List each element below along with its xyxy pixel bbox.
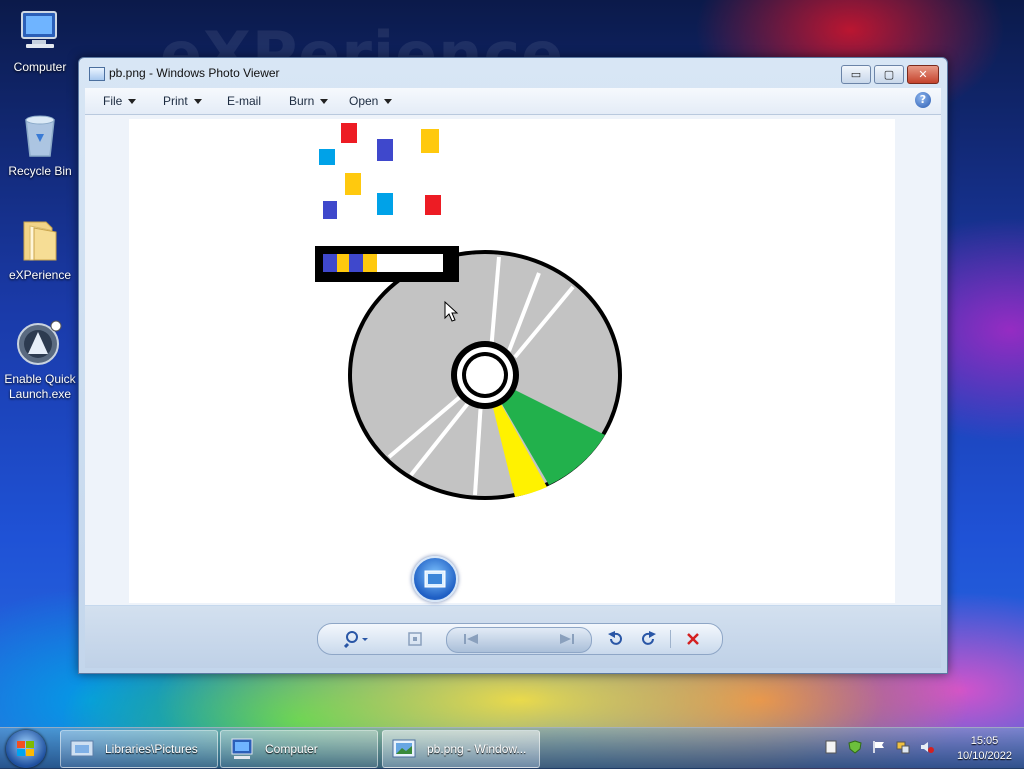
maximize-icon: ▢ bbox=[883, 68, 895, 81]
taskbar-item-label: Computer bbox=[265, 742, 318, 756]
clock-time: 15:05 bbox=[970, 735, 999, 747]
photo-viewer-icon bbox=[392, 739, 416, 758]
menu-burn[interactable]: Burn bbox=[289, 94, 329, 108]
start-button[interactable] bbox=[6, 730, 46, 768]
close-icon: ✕ bbox=[918, 68, 928, 81]
security-icon[interactable] bbox=[848, 740, 862, 754]
burning-disc-image bbox=[315, 123, 622, 500]
chevron-down-icon bbox=[193, 99, 202, 105]
notification-icon[interactable] bbox=[824, 740, 838, 754]
recycle-bin-icon bbox=[16, 112, 64, 160]
zoom-icon bbox=[343, 631, 368, 649]
desktop-icon-enable-quick-launch[interactable]: Enable Quick Launch.exe bbox=[2, 320, 78, 402]
taskbar-item-label: pb.png - Window... bbox=[427, 742, 527, 756]
volume-muted-icon[interactable] bbox=[920, 740, 934, 754]
disc-hole bbox=[466, 356, 504, 394]
windows-logo-icon bbox=[17, 741, 34, 756]
toolbar-divider bbox=[670, 630, 671, 648]
desktop-icon-label: Recycle Bin bbox=[8, 164, 72, 178]
network-icon[interactable] bbox=[896, 740, 910, 754]
slideshow-icon bbox=[424, 570, 446, 588]
clock-date: 10/10/2022 bbox=[956, 750, 1012, 762]
menu-print-label: Print bbox=[163, 94, 188, 108]
gold-square bbox=[421, 129, 439, 153]
menu-email[interactable]: E-mail bbox=[227, 94, 261, 108]
navigation-control-bar bbox=[317, 623, 723, 655]
photo-viewer-icon bbox=[89, 67, 105, 81]
red-square bbox=[341, 123, 357, 143]
help-button[interactable]: ? bbox=[915, 92, 931, 108]
menu-print[interactable]: Print bbox=[163, 94, 202, 108]
progress-segment-blue bbox=[349, 254, 363, 272]
maximize-button[interactable]: ▢ bbox=[874, 65, 904, 84]
desktop-icon-experience[interactable]: eXPerience bbox=[2, 216, 78, 283]
menu-file[interactable]: File bbox=[103, 94, 137, 108]
previous-icon bbox=[464, 634, 478, 644]
menu-file-label: File bbox=[103, 94, 123, 108]
taskbar: Libraries\Pictures Computer pb.png - Win… bbox=[0, 727, 1024, 769]
menu-bar: File Print E-mail Burn Open ? bbox=[85, 88, 941, 115]
next-button[interactable] bbox=[558, 630, 576, 648]
minimize-button[interactable]: ▭ bbox=[841, 65, 871, 84]
minimize-icon: ▭ bbox=[850, 68, 862, 81]
taskbar-item-libraries[interactable]: Libraries\Pictures bbox=[60, 730, 218, 768]
image-canvas bbox=[129, 119, 895, 603]
taskbar-item-photo-viewer[interactable]: pb.png - Window... bbox=[382, 730, 540, 768]
blue-square bbox=[377, 139, 393, 161]
folder-icon bbox=[16, 216, 64, 264]
explorer-icon bbox=[70, 740, 94, 757]
blue-square bbox=[323, 201, 337, 219]
desktop-icon-recycle-bin[interactable]: Recycle Bin bbox=[2, 112, 78, 179]
menu-burn-label: Burn bbox=[289, 94, 315, 108]
actual-size-button[interactable] bbox=[406, 630, 424, 648]
rotate-left-icon bbox=[608, 631, 622, 645]
desktop-icon-computer[interactable]: Computer bbox=[2, 8, 78, 75]
photo-viewer-window: pb.png - Windows Photo Viewer ▭ ▢ ✕ File… bbox=[78, 57, 948, 674]
chevron-down-icon bbox=[128, 99, 137, 105]
desktop-icon-label: Computer bbox=[13, 60, 67, 74]
computer-icon bbox=[16, 8, 64, 56]
progress-segment-gold bbox=[363, 254, 377, 272]
rotate-counterclockwise-button[interactable] bbox=[606, 630, 624, 648]
menu-open[interactable]: Open bbox=[349, 94, 393, 108]
delete-button[interactable] bbox=[684, 630, 702, 648]
rotate-right-icon bbox=[642, 631, 656, 645]
app-icon bbox=[16, 320, 64, 368]
red-square bbox=[425, 195, 441, 215]
previous-button[interactable] bbox=[462, 630, 480, 648]
system-clock[interactable]: 15:05 10/10/2022 bbox=[957, 734, 1012, 764]
desktop-icon-label: eXPerience bbox=[8, 268, 72, 282]
title-bar[interactable]: pb.png - Windows Photo Viewer ▭ ▢ ✕ bbox=[79, 58, 947, 88]
action-center-flag-icon[interactable] bbox=[872, 740, 886, 754]
close-button[interactable]: ✕ bbox=[907, 65, 939, 84]
taskbar-item-computer[interactable]: Computer bbox=[220, 730, 378, 768]
fit-icon bbox=[408, 632, 422, 646]
cyan-square bbox=[377, 193, 393, 215]
cyan-square bbox=[319, 149, 335, 165]
desktop-icon-label: Enable Quick Launch.exe bbox=[4, 372, 76, 401]
slideshow-button[interactable] bbox=[412, 556, 458, 602]
bottom-toolbar bbox=[85, 606, 941, 668]
progress-segment-blue bbox=[323, 254, 337, 272]
progress-segment-gold bbox=[337, 254, 349, 272]
menu-email-label: E-mail bbox=[227, 94, 262, 108]
menu-open-label: Open bbox=[349, 94, 379, 108]
delete-icon bbox=[687, 633, 699, 645]
image-viewport[interactable] bbox=[85, 115, 941, 605]
taskbar-item-label: Libraries\Pictures bbox=[105, 742, 198, 756]
help-icon: ? bbox=[919, 93, 927, 106]
next-icon bbox=[560, 634, 574, 644]
computer-icon bbox=[231, 738, 253, 759]
gold-square bbox=[345, 173, 361, 195]
chevron-down-icon bbox=[384, 99, 393, 105]
rotate-clockwise-button[interactable] bbox=[640, 630, 658, 648]
chevron-down-icon bbox=[320, 99, 329, 105]
zoom-button[interactable] bbox=[343, 630, 368, 649]
window-title: pb.png - Windows Photo Viewer bbox=[109, 66, 280, 80]
